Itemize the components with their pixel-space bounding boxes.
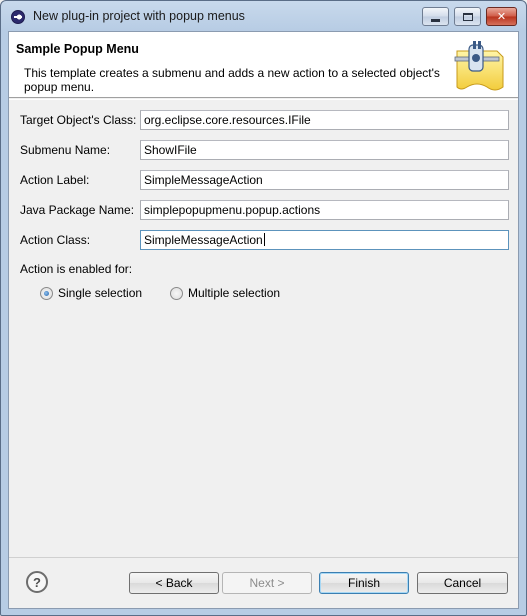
single-selection-label: Single selection xyxy=(58,286,143,300)
java-package-input[interactable]: simplepopupmenu.popup.actions xyxy=(140,200,509,220)
java-package-label: Java Package Name: xyxy=(20,203,135,217)
text-caret xyxy=(263,233,265,246)
page-description: This template creates a submenu and adds… xyxy=(24,66,440,94)
page-title: Sample Popup Menu xyxy=(16,42,139,56)
help-icon: ? xyxy=(33,574,41,590)
back-button[interactable]: < Back xyxy=(129,572,219,594)
window-title: New plug-in project with popup menus xyxy=(33,9,245,23)
maximize-button[interactable] xyxy=(454,7,481,26)
button-bar-separator xyxy=(9,557,518,558)
cancel-button[interactable]: Cancel xyxy=(417,572,508,594)
eclipse-icon xyxy=(11,10,25,24)
multiple-selection-radio[interactable]: Multiple selection xyxy=(170,286,280,300)
target-class-row: Target Object's Class: org.eclipse.core.… xyxy=(20,110,512,130)
help-button[interactable]: ? xyxy=(26,571,48,593)
action-class-input[interactable]: SimpleMessageAction xyxy=(140,230,509,250)
minimize-button[interactable] xyxy=(422,7,449,26)
multiple-selection-label: Multiple selection xyxy=(188,286,281,300)
plug-document-icon xyxy=(454,41,504,91)
close-button[interactable]: ✕ xyxy=(486,7,517,26)
submenu-name-label: Submenu Name: xyxy=(20,143,111,157)
radio-selected-icon xyxy=(40,286,53,300)
action-label-row: Action Label: SimpleMessageAction xyxy=(20,170,512,190)
action-class-value: SimpleMessageAction xyxy=(144,233,263,247)
submenu-name-row: Submenu Name: ShowIFile xyxy=(20,140,512,160)
action-class-row: Action Class: SimpleMessageAction xyxy=(20,230,512,250)
dialog-content: Sample Popup Menu This template creates … xyxy=(8,31,519,609)
radio-unselected-icon xyxy=(170,286,183,300)
next-button[interactable]: Next > xyxy=(222,572,312,594)
close-icon: ✕ xyxy=(496,11,507,23)
maximize-icon xyxy=(462,12,473,21)
java-package-row: Java Package Name: simplepopupmenu.popup… xyxy=(20,200,512,220)
action-label-label: Action Label: xyxy=(20,173,90,187)
banner-divider xyxy=(9,99,518,100)
title-bar[interactable]: New plug-in project with popup menus ✕ xyxy=(1,1,526,31)
action-class-label: Action Class: xyxy=(20,233,91,247)
single-selection-radio[interactable]: Single selection xyxy=(40,286,142,300)
minimize-icon xyxy=(431,18,440,22)
finish-button[interactable]: Finish xyxy=(319,572,409,594)
target-class-label: Target Object's Class: xyxy=(20,113,137,127)
wizard-banner: Sample Popup Menu This template creates … xyxy=(9,32,518,98)
target-class-input[interactable]: org.eclipse.core.resources.IFile xyxy=(140,110,509,130)
enabled-for-label: Action is enabled for: xyxy=(20,262,133,276)
dialog-window: New plug-in project with popup menus ✕ S… xyxy=(0,0,527,616)
action-label-input[interactable]: SimpleMessageAction xyxy=(140,170,509,190)
submenu-name-input[interactable]: ShowIFile xyxy=(140,140,509,160)
